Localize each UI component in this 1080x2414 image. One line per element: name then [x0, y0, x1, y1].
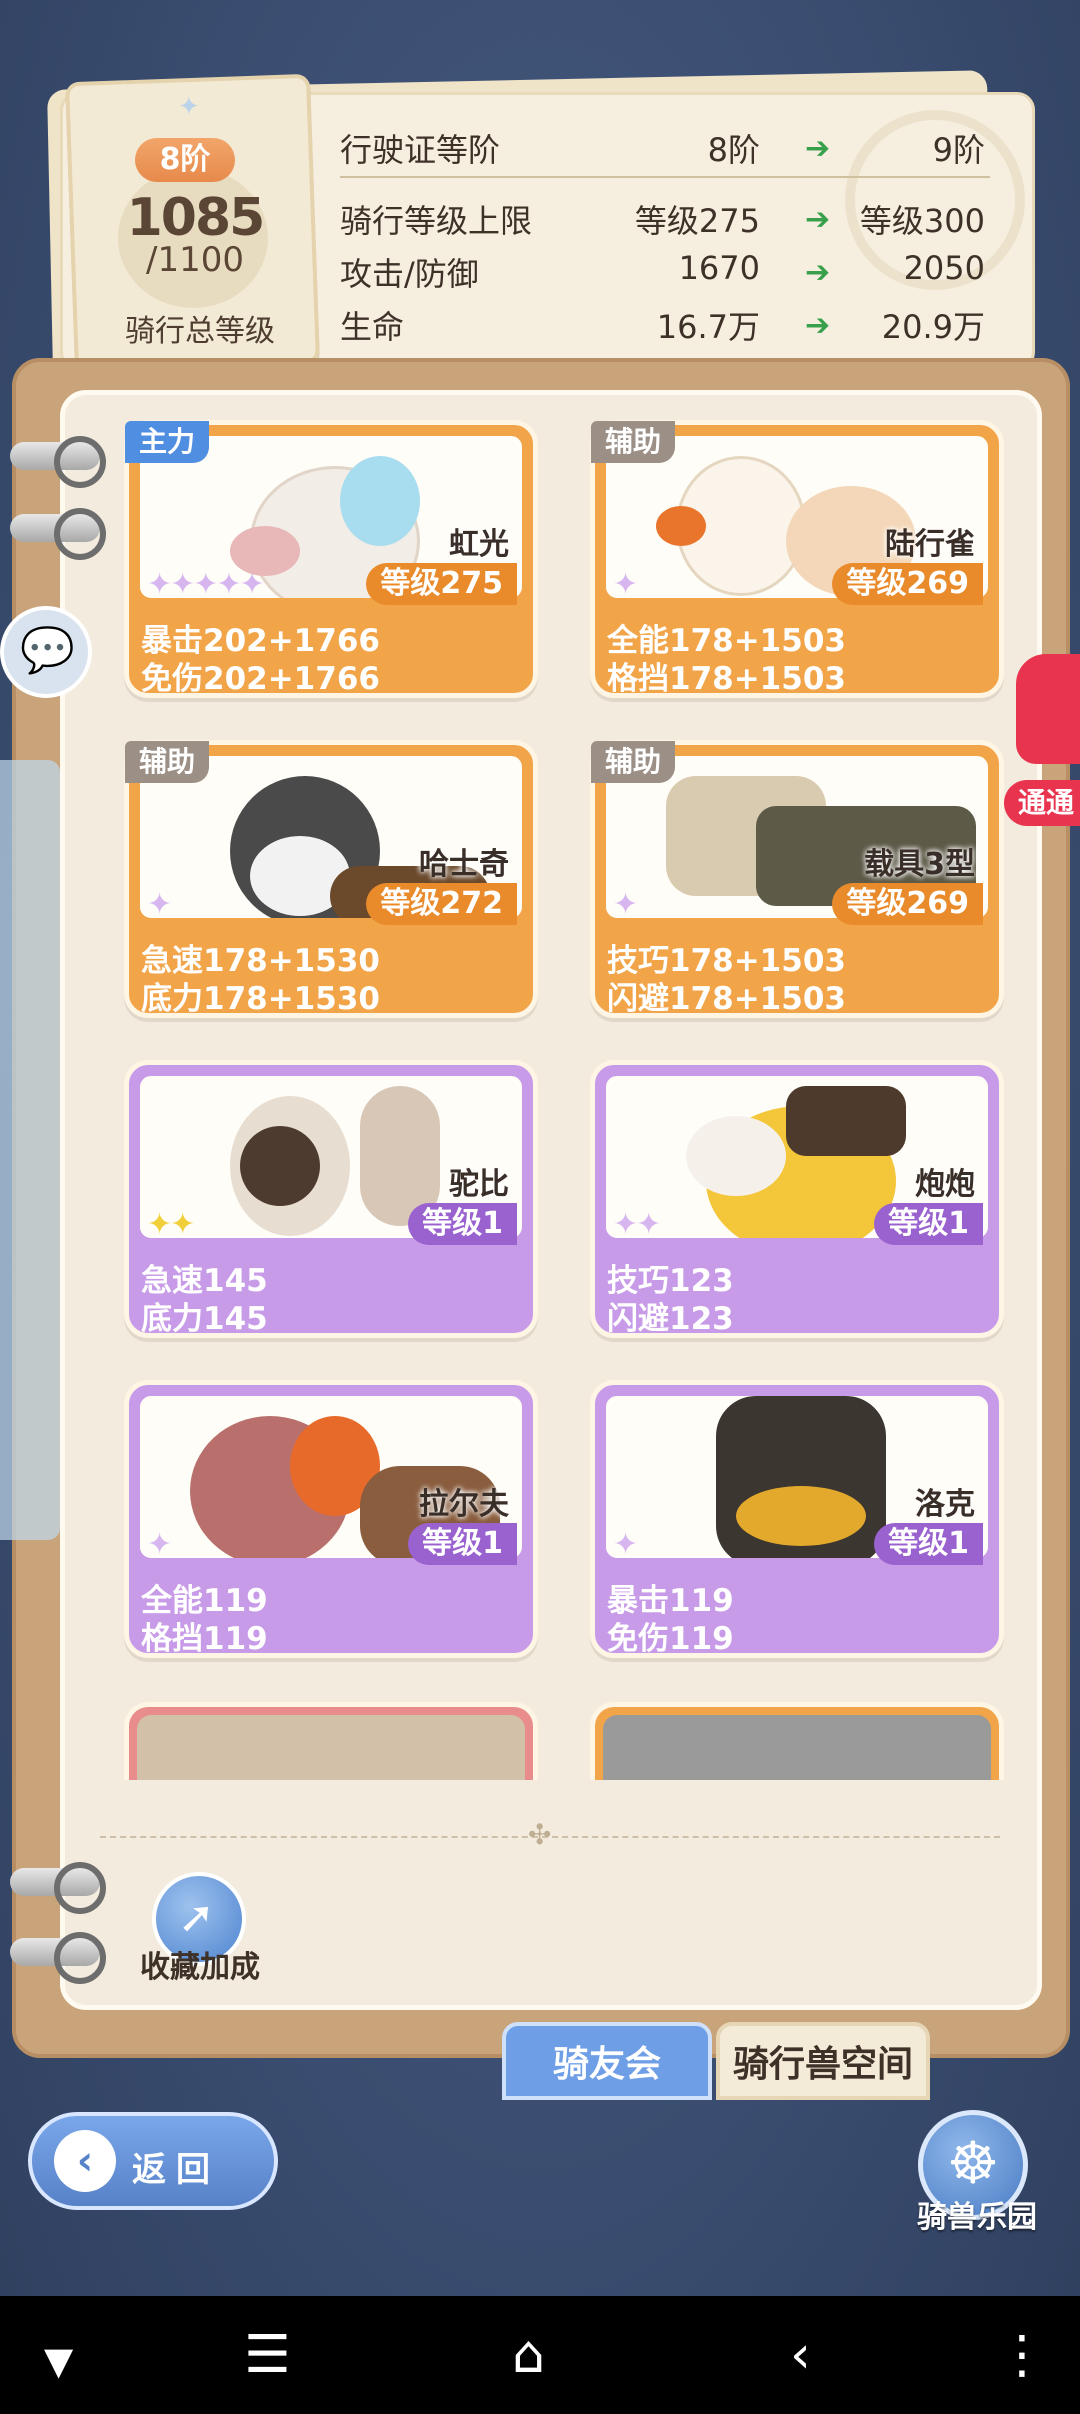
back-arrow-icon: ‹ [54, 2130, 116, 2192]
back-label: 返回 [132, 2150, 220, 2190]
mount-stat-2: 格挡119 [141, 1621, 268, 1657]
star-rating-icon: ✦ [613, 567, 638, 602]
mount-level: 等级1 [874, 1523, 983, 1565]
mount-card-rock[interactable]: 洛克 等级1 ✦ 暴击119 免伤119 [590, 1380, 1004, 1658]
tab-riders-club[interactable]: 骑友会 [502, 2022, 712, 2100]
mount-level: 等级269 [832, 883, 983, 925]
sparkle-icon: ✦ [178, 92, 200, 122]
mount-stat-2: 底力178+1530 [141, 981, 380, 1017]
mount-name: 载具3型 [864, 847, 975, 882]
binder-ring [10, 436, 106, 488]
mount-level: 等级1 [408, 1203, 517, 1245]
mount-card-ralph[interactable]: 拉尔夫 等级1 ✦ 全能119 格挡119 [124, 1380, 538, 1658]
role-tag: 辅助 [591, 741, 676, 783]
star-rating-icon: ✦✦ [147, 1207, 195, 1242]
total-level-label: 骑行总等级 [125, 314, 275, 349]
stat-current: 1670 [678, 249, 760, 287]
more-icon[interactable]: ⋮ [996, 2326, 1048, 2384]
stat-next: 20.9万 [881, 308, 985, 346]
star-rating-icon: ✦✦✦✦✦ [147, 567, 265, 602]
star-rating-icon: ✦ [147, 887, 172, 922]
mount-level: 等级275 [366, 563, 517, 605]
stat-next: 9阶 [932, 131, 985, 169]
total-level-max: /1100 [146, 240, 244, 280]
tab-mount-space[interactable]: 骑行兽空间 [716, 2022, 930, 2100]
mount-card-luxingque[interactable]: 辅助 陆行雀 等级269 ✦ 全能178+1503 格挡178+1503 [590, 420, 1004, 698]
mount-card-paopao[interactable]: 炮炮 等级1 ✦✦ 技巧123 闪避123 [590, 1060, 1004, 1338]
role-tag: 主力 [125, 421, 210, 463]
mount-level: 等级272 [366, 883, 517, 925]
mascot-icon[interactable] [1016, 654, 1080, 764]
stat-next: 等级300 [859, 202, 985, 240]
divider [340, 176, 990, 178]
mount-level: 等级269 [832, 563, 983, 605]
stat-label: 行驶证等阶 [340, 131, 501, 169]
mount-level: 等级1 [874, 1203, 983, 1245]
notebook-side-tab [0, 760, 60, 1540]
binder-ring [10, 508, 106, 560]
mount-name: 驼比 [449, 1167, 509, 1202]
role-tag: 辅助 [591, 421, 676, 463]
back-button[interactable]: ‹ 返回 [28, 2112, 278, 2210]
mount-level: 等级1 [408, 1523, 517, 1565]
mount-stat-2: 免伤119 [607, 1621, 734, 1657]
stat-label: 生命 [340, 308, 405, 346]
star-rating-icon: ✦✦ [613, 1207, 661, 1242]
stat-row-tier: 行驶证等阶 8阶 ➔ 9阶 [340, 125, 1000, 175]
divider-ornament-icon: ✣ [528, 1818, 552, 1851]
stat-row-atk-def: 攻击/防御 1670 ➔ 2050 [340, 249, 1000, 299]
star-rating-icon: ✦ [147, 1527, 172, 1562]
mount-stat-2: 闪避178+1503 [607, 981, 846, 1017]
mount-name: 洛克 [915, 1487, 975, 1522]
star-rating-icon: ✦ [613, 1527, 638, 1562]
menu-icon[interactable]: ☰ [244, 2326, 291, 2384]
ferris-wheel-icon: ☸ [947, 2129, 999, 2197]
back-nav-icon[interactable]: ‹ [790, 2326, 811, 2384]
chat-bubble-icon: 💬 [20, 625, 75, 676]
mount-card-husky[interactable]: 辅助 哈士奇 等级272 ✦ 急速178+1530 底力178+1530 [124, 740, 538, 1018]
stat-current: 等级275 [634, 202, 760, 240]
mount-stat-2: 免伤202+1766 [141, 661, 380, 697]
stat-current: 16.7万 [656, 308, 760, 346]
mount-name: 虹光 [449, 527, 509, 562]
chat-button[interactable]: 💬 [0, 606, 92, 698]
system-nav-bar: ▼ ☰ ⌂ ‹ ⋮ [0, 2296, 1080, 2414]
side-notice-pill[interactable]: 通通 [1004, 780, 1080, 826]
total-level-value: 1085 [126, 188, 266, 248]
stat-next: 2050 [903, 249, 985, 287]
stat-row-hp: 生命 16.7万 ➔ 20.9万 [340, 302, 1000, 352]
mount-name: 炮炮 [915, 1167, 975, 1202]
stat-current: 8阶 [707, 131, 760, 169]
mount-park-label[interactable]: 骑兽乐园 [892, 2192, 1062, 2236]
star-rating-icon: ✦ [613, 887, 638, 922]
arrow-up-icon: ➚ [178, 1892, 215, 1943]
mount-stat-2: 闪避123 [607, 1301, 734, 1337]
tier-badge: 8阶 [135, 138, 235, 182]
binder-ring [10, 1932, 106, 1984]
mount-name: 哈士奇 [419, 847, 509, 882]
mount-card-tuobi[interactable]: 驼比 等级1 ✦✦ 急速145 底力145 [124, 1060, 538, 1338]
stat-label: 攻击/防御 [340, 255, 479, 293]
collection-bonus-label[interactable]: 收藏加成 [120, 1942, 280, 1986]
mount-stat-2: 格挡178+1503 [607, 661, 846, 697]
stat-row-level-cap: 骑行等级上限 等级275 ➔ 等级300 [340, 196, 1000, 246]
mount-card-hongguang[interactable]: 主力 虹光 等级275 ✦✦✦✦✦ 暴击202+1766 免伤202+1766 [124, 420, 538, 698]
mount-name: 拉尔夫 [419, 1487, 509, 1522]
role-tag: 辅助 [125, 741, 210, 783]
collapse-icon[interactable]: ▼ [44, 2332, 73, 2390]
mount-name: 陆行雀 [885, 527, 975, 562]
binder-ring [10, 1862, 106, 1914]
stat-label: 骑行等级上限 [340, 202, 533, 240]
mount-stat-2: 底力145 [141, 1301, 268, 1337]
home-icon[interactable]: ⌂ [512, 2326, 545, 2384]
mount-card-vehicle3[interactable]: 辅助 载具3型 等级269 ✦ 技巧178+1503 闪避178+1503 [590, 740, 1004, 1018]
